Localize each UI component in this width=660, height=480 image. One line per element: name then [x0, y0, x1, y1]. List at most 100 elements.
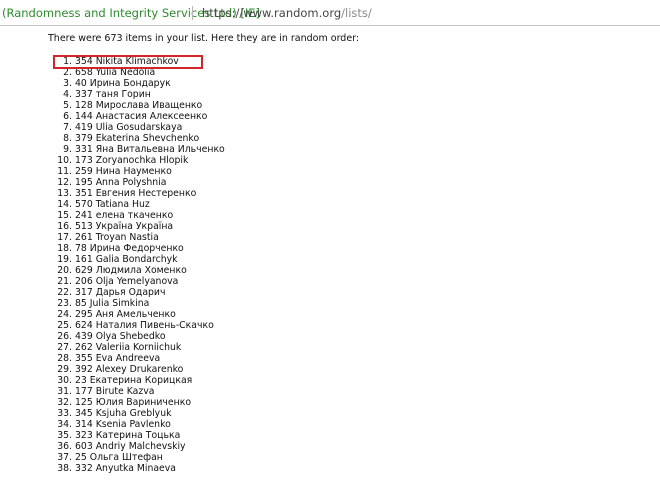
list-item-number: 15. — [57, 210, 72, 221]
list-item-value: 354 Nikita Klimachkov — [75, 56, 179, 67]
list-item-value: 161 Galia Bondarchyk — [75, 254, 178, 265]
list-item: 28. 355 Eva Andreeva — [0, 353, 660, 364]
list-item-number: 7. — [63, 122, 72, 133]
list-item: 12. 195 Anna Polyshnia — [0, 177, 660, 188]
list-item: 29. 392 Alexey Drukarenko — [0, 364, 660, 375]
list-item-value: 125 Юлия Вариниченко — [75, 397, 192, 408]
list-item: 34. 314 Ksenia Pavlenko — [0, 419, 660, 430]
list-item-value: 439 Olya Shebedko — [75, 331, 166, 342]
list-item-number: 37. — [57, 452, 72, 463]
list-item: 32. 125 Юлия Вариниченко — [0, 397, 660, 408]
list-item-number: 32. — [57, 397, 72, 408]
list-item-value: 262 Valeriia Korniichuk — [75, 342, 182, 353]
list-item-value: 332 Anyutka Minaeva — [75, 463, 176, 474]
list-item-number: 4. — [63, 89, 72, 100]
list-item: 31. 177 Birute Kazva — [0, 386, 660, 397]
list-item-value: 624 Наталия Пивень-Скачко — [75, 320, 214, 331]
list-item-number: 23. — [57, 298, 72, 309]
list-item-value: 144 Анастасия Алексеенко — [75, 111, 208, 122]
list-item-value: 603 Andriy Malchevskiy — [75, 441, 186, 452]
list-item-number: 36. — [57, 441, 72, 452]
list-item-number: 34. — [57, 419, 72, 430]
list-item: 21. 206 Olja Yemelyanova — [0, 276, 660, 287]
list-item-value: 261 Troyan Nastia — [75, 232, 159, 243]
list-item-number: 14. — [57, 199, 72, 210]
list-item-value: 195 Anna Polyshnia — [75, 177, 167, 188]
list-item-number: 8. — [63, 133, 72, 144]
list-item: 25. 624 Наталия Пивень-Скачко — [0, 320, 660, 331]
list-item: 13. 351 Евгения Нестеренко — [0, 188, 660, 199]
address-bar-divider — [192, 6, 193, 20]
url-text[interactable]: https://www.random.org/lists/ — [202, 0, 372, 25]
randomized-list: 1. 354 Nikita Klimachkov 2. 658 Yulia Nedo… — [0, 56, 660, 474]
list-item-value: 295 Аня Амельченко — [75, 309, 176, 320]
list-item-number: 38. — [57, 463, 72, 474]
list-item: 37. 25 Ольга Штефан — [0, 452, 660, 463]
list-item: 5. 128 Мирослава Иващенко — [0, 100, 660, 111]
results-intro-text: There were 673 items in your list. Here … — [48, 33, 360, 44]
url-host: https://www.random.org — [202, 6, 342, 20]
list-item-number: 30. — [57, 375, 72, 386]
list-item-value: 314 Ksenia Pavlenko — [75, 419, 171, 430]
list-item-value: 317 Дарья Одарич — [75, 287, 166, 298]
list-item: 27. 262 Valeriia Korniichuk — [0, 342, 660, 353]
list-item: 7. 419 Ulia Gosudarskaya — [0, 122, 660, 133]
list-item: 17. 261 Troyan Nastia — [0, 232, 660, 243]
list-item-value: 128 Мирослава Иващенко — [75, 100, 203, 111]
list-item-number: 20. — [57, 265, 72, 276]
list-item: 22. 317 Дарья Одарич — [0, 287, 660, 298]
list-item-number: 24. — [57, 309, 72, 320]
list-item: 23. 85 Julia Simkina — [0, 298, 660, 309]
list-item: 4. 337 таня Горин — [0, 89, 660, 100]
list-item-value: 658 Yulia Nedolia — [75, 67, 156, 78]
list-item-value: 259 Нина Науменко — [75, 166, 172, 177]
list-item-value: 351 Евгения Нестеренко — [75, 188, 197, 199]
list-item-number: 12. — [57, 177, 72, 188]
list-item: 30. 23 Екатерина Корицкая — [0, 375, 660, 386]
list-item: 1. 354 Nikita Klimachkov — [0, 56, 660, 67]
list-item-number: 29. — [57, 364, 72, 375]
list-item: 11. 259 Нина Науменко — [0, 166, 660, 177]
list-item-value: 78 Ирина Федорченко — [75, 243, 184, 254]
list-item-number: 17. — [57, 232, 72, 243]
list-item-value: 379 Ekaterina Shevchenko — [75, 133, 200, 144]
list-item: 18. 78 Ирина Федорченко — [0, 243, 660, 254]
list-item-number: 28. — [57, 353, 72, 364]
list-item-number: 25. — [57, 320, 72, 331]
list-item-number: 1. — [63, 56, 72, 67]
list-item: 9. 331 Яна Витальевна Ильченко — [0, 144, 660, 155]
list-item: 24. 295 Аня Амельченко — [0, 309, 660, 320]
list-item: 36. 603 Andriy Malchevskiy — [0, 441, 660, 452]
list-item-value: 241 елена ткаченко — [75, 210, 174, 221]
list-item-number: 26. — [57, 331, 72, 342]
list-item-number: 33. — [57, 408, 72, 419]
list-item-number: 31. — [57, 386, 72, 397]
list-item: 20. 629 Людмила Хоменко — [0, 265, 660, 276]
list-item-value: 331 Яна Витальевна Ильченко — [75, 144, 225, 155]
list-item-value: 177 Birute Kazva — [75, 386, 155, 397]
list-item-value: 355 Eva Andreeva — [75, 353, 161, 364]
url-path: /lists/ — [341, 6, 372, 20]
list-item: 6. 144 Анастасия Алексеенко — [0, 111, 660, 122]
list-item-number: 35. — [57, 430, 72, 441]
list-item: 10. 173 Zoryanochka Hlopik — [0, 155, 660, 166]
list-item-value: 419 Ulia Gosudarskaya — [75, 122, 183, 133]
list-item-number: 9. — [63, 144, 72, 155]
list-item: 19. 161 Galia Bondarchyk — [0, 254, 660, 265]
list-item: 8. 379 Ekaterina Shevchenko — [0, 133, 660, 144]
list-item-number: 22. — [57, 287, 72, 298]
list-item: 3. 40 Ирина Бондарук — [0, 78, 660, 89]
list-item: 15. 241 елена ткаченко — [0, 210, 660, 221]
list-item-number: 10. — [57, 155, 72, 166]
list-item-number: 21. — [57, 276, 72, 287]
list-item-value: 85 Julia Simkina — [75, 298, 150, 309]
list-item-number: 18. — [57, 243, 72, 254]
list-item-value: 392 Alexey Drukarenko — [75, 364, 184, 375]
list-item-value: 345 Ksjuha Greblyuk — [75, 408, 172, 419]
list-item: 16. 513 Україна Україна — [0, 221, 660, 232]
address-bar[interactable]: (Randomness and Integrity Services Ltd) … — [0, 0, 660, 26]
list-item-value: 323 Катерина Тоцька — [75, 430, 181, 441]
list-item-number: 11. — [57, 166, 72, 177]
list-item-number: 5. — [63, 100, 72, 111]
list-item-value: 629 Людмила Хоменко — [75, 265, 187, 276]
